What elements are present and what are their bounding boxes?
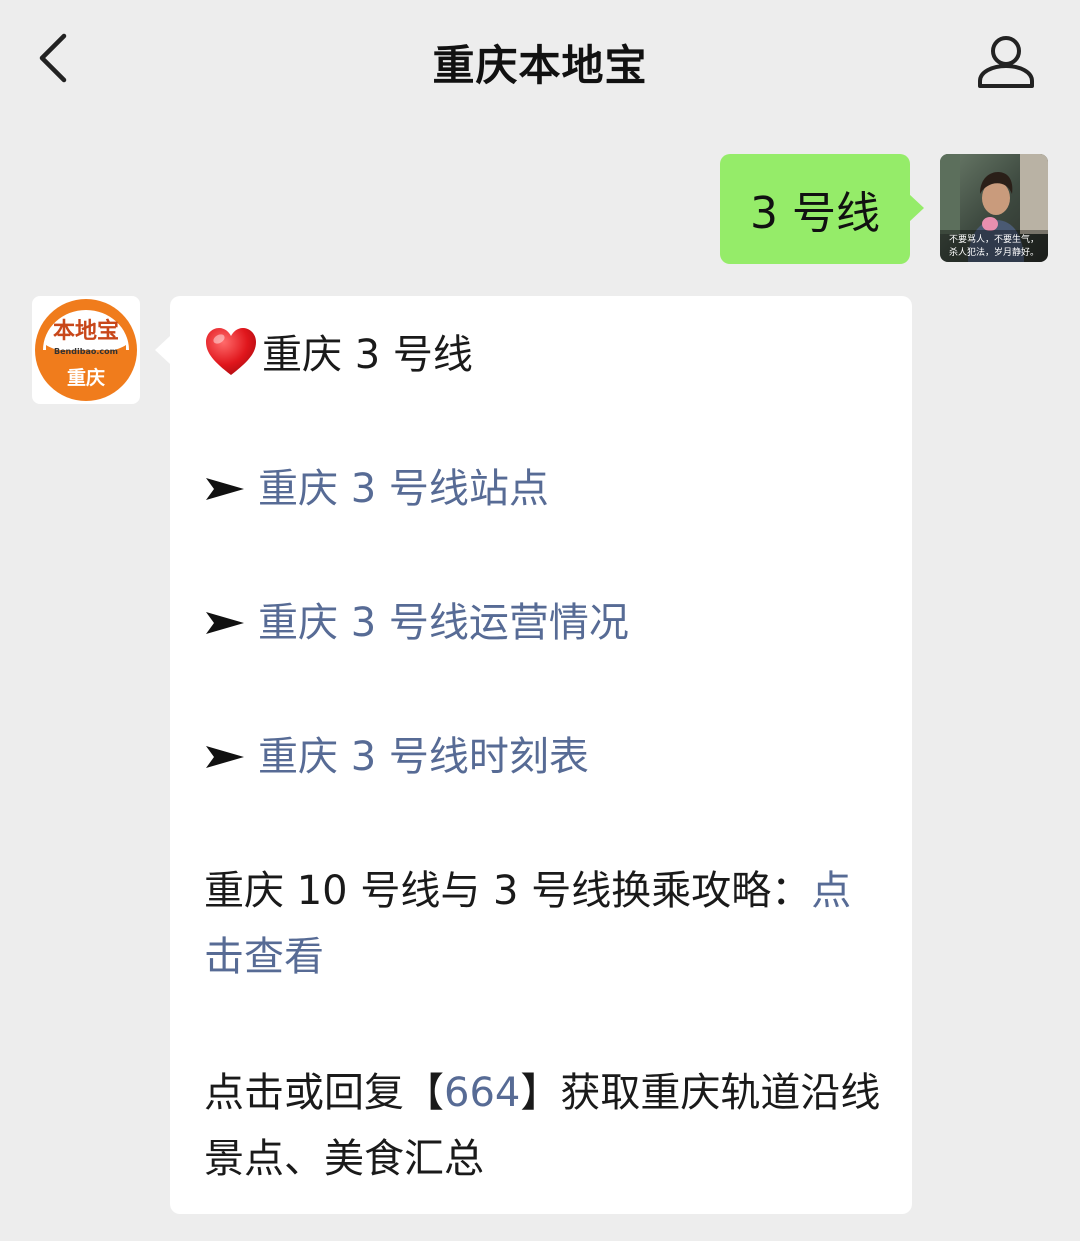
link-item-operation[interactable]: 重庆 3 号线运营情况 bbox=[204, 590, 629, 656]
footer-prefix: 点击或回复【 bbox=[204, 1070, 444, 1116]
logo-text: 本地宝 bbox=[53, 318, 119, 344]
sent-message-bubble[interactable]: 3 号线 bbox=[720, 154, 924, 264]
person-icon bbox=[978, 36, 1034, 88]
footer-code-link[interactable]: 664 bbox=[444, 1070, 520, 1116]
arrow-bullet-icon bbox=[206, 612, 244, 634]
user-avatar[interactable]: 不要骂人，不要生气， 杀人犯法，岁月静好。 bbox=[940, 154, 1048, 262]
arrow-bullet-icon bbox=[206, 478, 244, 500]
bendibao-avatar[interactable]: 本地宝 Bendibao.com 重庆 bbox=[32, 296, 140, 404]
link-item-stations[interactable]: 重庆 3 号线站点 bbox=[204, 456, 549, 522]
reply-message-bubble: 重庆 3 号线 重庆 3 号线站点 重庆 3 号线运营情况 重庆 3 号线时刻表… bbox=[155, 296, 912, 1214]
transfer-paragraph: 重庆 10 号线与 3 号线换乘攻略：点击查看 bbox=[204, 858, 884, 990]
bendibao-logo: 本地宝 Bendibao.com 重庆 bbox=[35, 299, 137, 401]
sent-message-text: 3 号线 bbox=[750, 188, 880, 239]
heart-icon bbox=[206, 328, 256, 375]
link-timetable[interactable]: 重庆 3 号线时刻表 bbox=[258, 734, 589, 780]
reply-heading: 重庆 3 号线 bbox=[204, 322, 473, 388]
avatar-caption-2: 杀人犯法，岁月静好。 bbox=[949, 246, 1039, 258]
chat-title: 重庆本地宝 bbox=[432, 41, 648, 90]
link-stations[interactable]: 重庆 3 号线站点 bbox=[258, 466, 549, 512]
logo-site-text: Bendibao.com bbox=[54, 347, 118, 356]
arrow-bullet-icon bbox=[206, 746, 244, 768]
user-avatar-image: 不要骂人，不要生气， 杀人犯法，岁月静好。 bbox=[940, 154, 1048, 262]
profile-button[interactable] bbox=[976, 32, 1036, 90]
reply-heading-text: 重庆 3 号线 bbox=[262, 332, 473, 378]
avatar-caption-1: 不要骂人，不要生气， bbox=[949, 233, 1039, 245]
link-operation[interactable]: 重庆 3 号线运营情况 bbox=[258, 600, 629, 646]
transfer-text: 重庆 10 号线与 3 号线换乘攻略： bbox=[204, 868, 812, 914]
link-item-timetable[interactable]: 重庆 3 号线时刻表 bbox=[204, 724, 589, 790]
top-bar: 重庆本地宝 bbox=[0, 0, 1080, 120]
footer-paragraph: 点击或回复【664】获取重庆轨道沿线景点、美食汇总 bbox=[204, 1060, 884, 1192]
logo-city-text: 重庆 bbox=[67, 366, 105, 389]
